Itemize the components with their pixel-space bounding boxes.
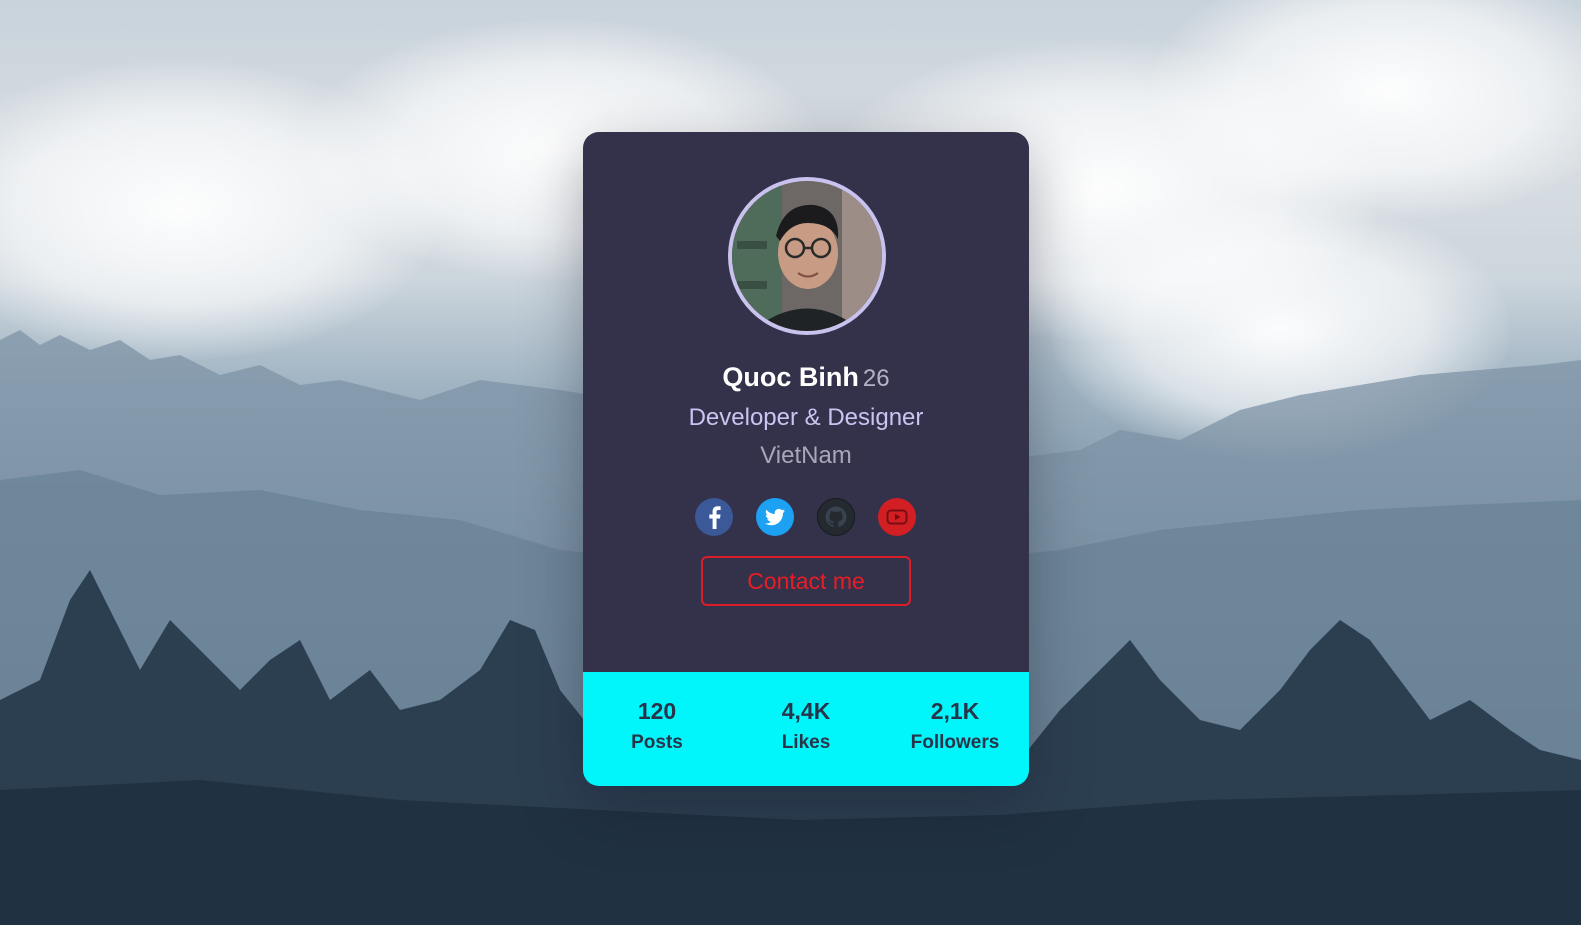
stat-label: Likes <box>781 732 831 753</box>
stat-value: 2,1K <box>930 698 980 724</box>
name-row: Quoc Binh 26 <box>583 362 1029 393</box>
contact-me-button[interactable]: Contact me <box>701 556 911 606</box>
stat-label: Posts <box>631 732 683 753</box>
avatar-photo <box>732 181 882 331</box>
facebook-link[interactable] <box>695 498 733 536</box>
profile-card: Quoc Binh 26 Developer & Designer VietNam <box>583 132 1029 786</box>
stat-value: 4,4K <box>781 698 831 724</box>
stat-likes: 4,4K Likes <box>732 696 880 754</box>
social-links <box>695 498 919 536</box>
github-link[interactable] <box>817 498 855 536</box>
facebook-icon <box>695 498 733 536</box>
youtube-link[interactable] <box>878 498 916 536</box>
profile-name: Quoc Binh <box>722 362 859 392</box>
twitter-link[interactable] <box>756 498 794 536</box>
github-icon <box>817 498 855 536</box>
profile-age: 26 <box>862 365 890 392</box>
stats-bar: 120 Posts 4,4K Likes 2,1K Followers <box>583 672 1029 786</box>
twitter-icon <box>756 498 794 536</box>
youtube-icon <box>878 498 916 536</box>
profile-role: Developer & Designer <box>688 404 924 431</box>
avatar <box>728 177 886 335</box>
stat-followers: 2,1K Followers <box>881 696 1029 754</box>
stat-label: Followers <box>910 732 1000 753</box>
stat-posts: 120 Posts <box>583 696 731 754</box>
stat-value: 120 <box>637 698 677 724</box>
profile-location: VietNam <box>760 442 852 469</box>
